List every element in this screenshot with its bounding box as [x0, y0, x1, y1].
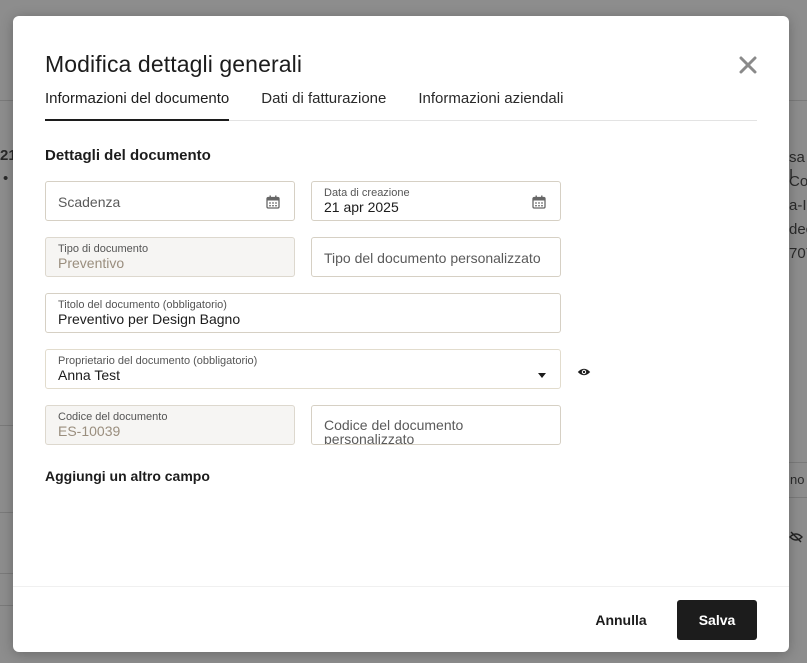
- background-text: Co: [789, 173, 807, 190]
- section-title: Dettagli del documento: [45, 147, 211, 164]
- dropdown-arrow-icon[interactable]: [537, 366, 547, 384]
- custom-document-code-field[interactable]: Codice del documento personalizzato: [311, 405, 561, 445]
- document-code-value: ES-10039: [58, 423, 121, 439]
- tab-billing-data[interactable]: Dati di fatturazione: [261, 90, 386, 121]
- document-type-field: Tipo di documento Preventivo: [45, 237, 295, 277]
- add-field-link[interactable]: Aggiungi un altro campo: [45, 468, 210, 484]
- document-title-value: Preventivo per Design Bagno: [58, 311, 241, 327]
- background-divider: [0, 573, 13, 574]
- background-text: •: [3, 170, 9, 187]
- document-code-field: Codice del documento ES-10039: [45, 405, 295, 445]
- document-owner-select[interactable]: Proprietario del documento (obbligatorio…: [45, 349, 561, 389]
- cancel-button[interactable]: Annulla: [585, 600, 657, 640]
- calendar-icon[interactable]: [532, 195, 546, 214]
- eye-icon[interactable]: [577, 364, 591, 382]
- document-type-label: Tipo di documento: [58, 243, 149, 255]
- tab-bar: Informazioni del documento Dati di fattu…: [45, 90, 757, 121]
- document-title-field[interactable]: Titolo del documento (obbligatorio) Prev…: [45, 293, 561, 333]
- custom-document-code-placeholder: Codice del documento personalizzato: [324, 417, 464, 445]
- custom-document-type-placeholder: Tipo del documento personalizzato: [324, 250, 541, 266]
- background-text: a-I: [789, 197, 807, 214]
- close-button[interactable]: [739, 56, 759, 76]
- close-icon: [739, 56, 759, 74]
- background-divider: [0, 425, 13, 426]
- background-divider: [789, 100, 807, 101]
- background-divider: [0, 605, 13, 606]
- tab-document-info[interactable]: Informazioni del documento: [45, 90, 230, 121]
- document-code-label: Codice del documento: [58, 411, 168, 423]
- background-divider: [0, 100, 13, 101]
- document-owner-label: Proprietario del documento (obbligatorio…: [58, 355, 258, 367]
- background-text: dec: [789, 221, 807, 238]
- creation-date-label: Data di creazione: [324, 187, 410, 199]
- modal-title: Modifica dettagli generali: [45, 51, 303, 77]
- creation-date-field[interactable]: Data di creazione 21 apr 2025: [311, 181, 561, 221]
- due-date-placeholder: Scadenza: [58, 194, 121, 210]
- background-divider: [789, 497, 807, 498]
- due-date-field[interactable]: Scadenza: [45, 181, 295, 221]
- footer-divider: [13, 586, 789, 587]
- document-title-label: Titolo del documento (obbligatorio): [58, 299, 227, 311]
- calendar-icon[interactable]: [266, 195, 280, 214]
- creation-date-value: 21 apr 2025: [324, 199, 399, 215]
- edit-details-modal: Modifica dettagli generali Informazioni …: [13, 16, 789, 652]
- custom-document-type-field[interactable]: Tipo del documento personalizzato: [311, 237, 561, 277]
- document-type-value: Preventivo: [58, 255, 125, 271]
- background-hidden-icon: [789, 530, 803, 548]
- background-text: 707: [789, 245, 807, 262]
- document-owner-value: Anna Test: [58, 367, 121, 383]
- background-divider: [789, 462, 807, 463]
- background-divider: [0, 512, 13, 513]
- background-text: no: [790, 472, 805, 487]
- save-button[interactable]: Salva: [677, 600, 757, 640]
- tab-company-info[interactable]: Informazioni aziendali: [418, 90, 563, 121]
